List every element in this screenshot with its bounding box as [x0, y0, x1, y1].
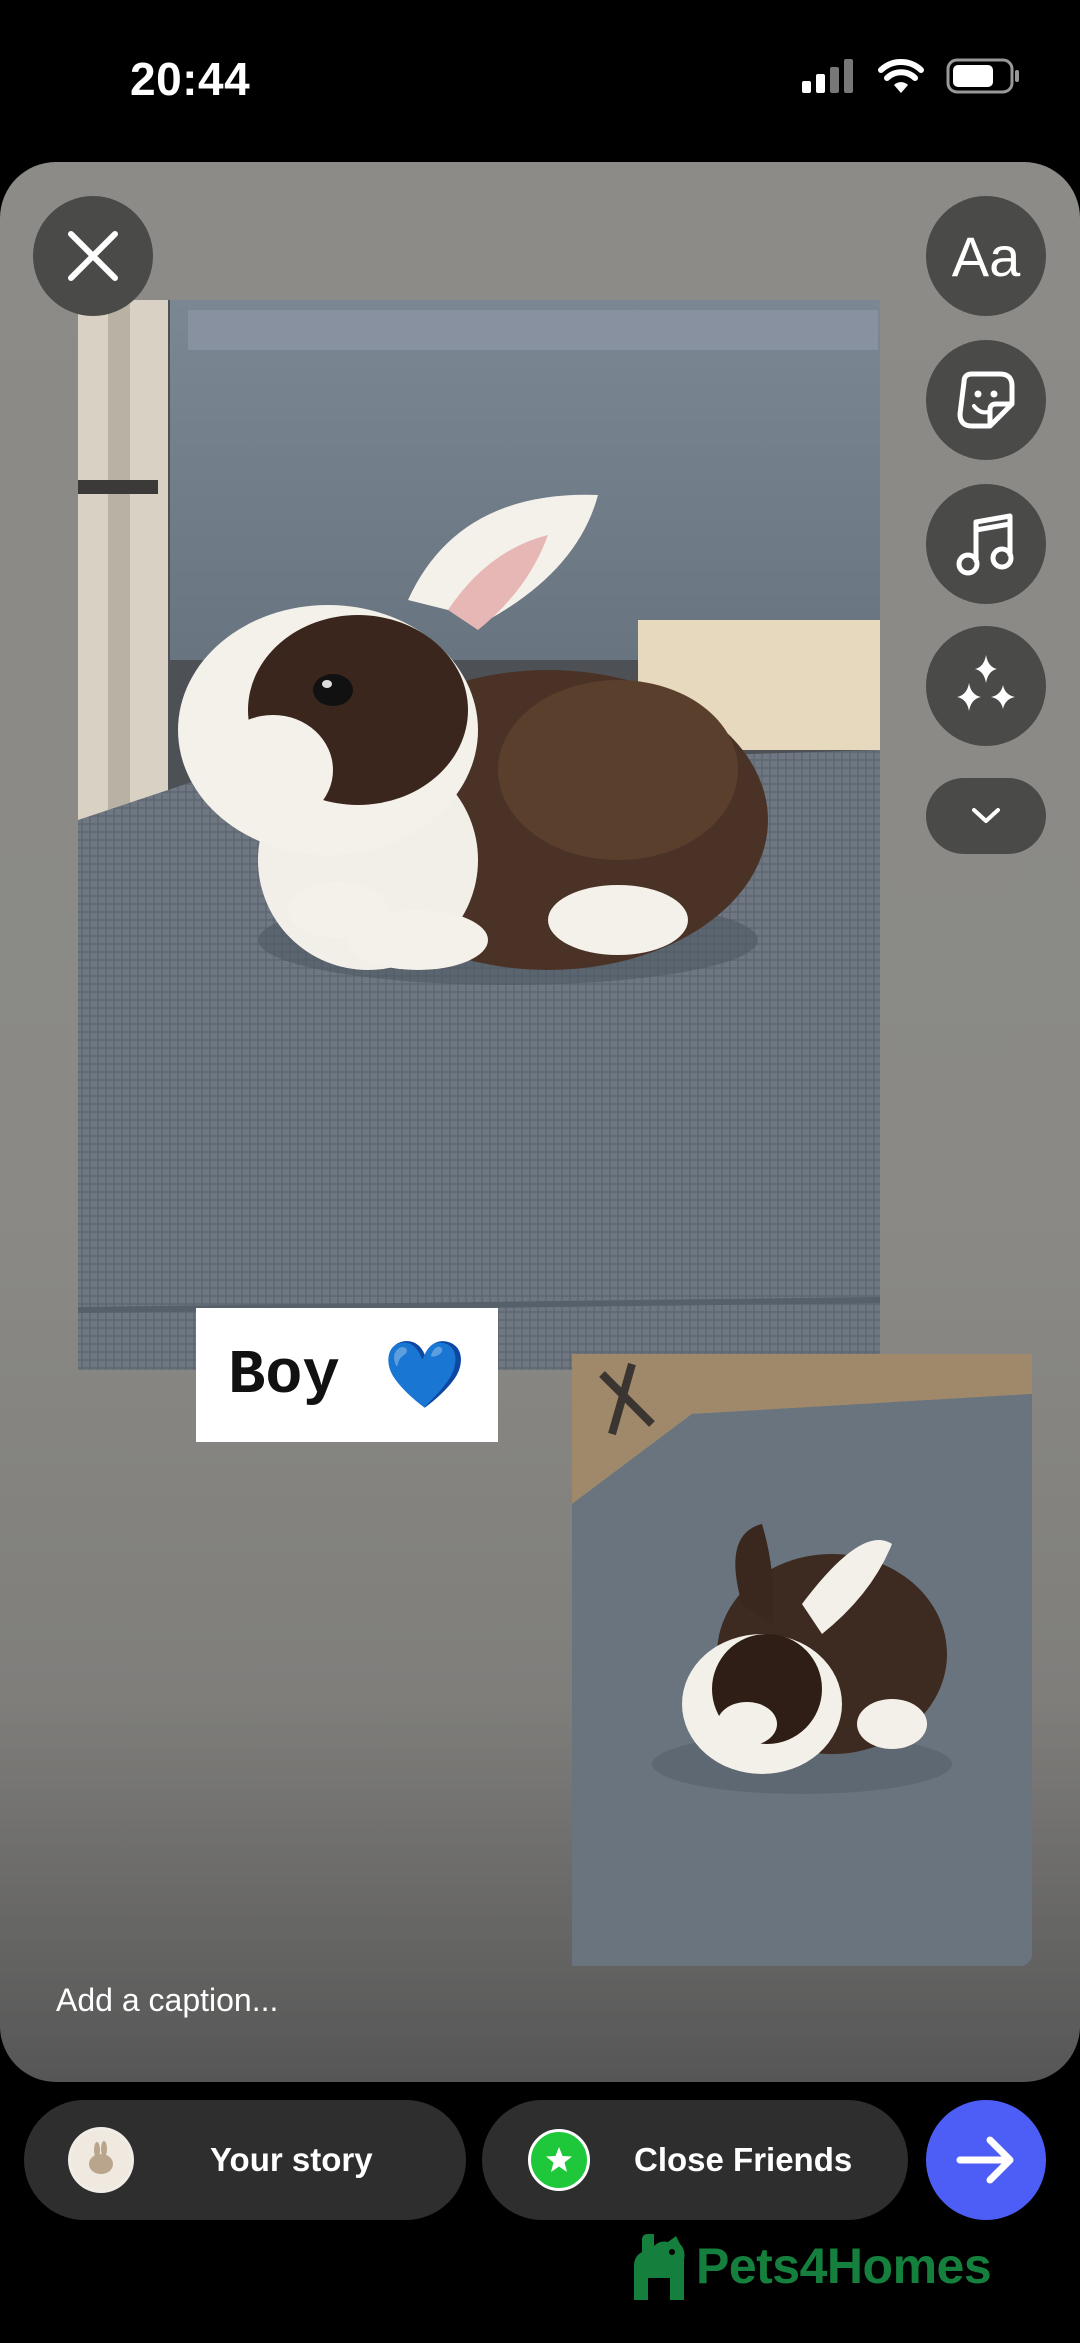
- caption-input[interactable]: Add a caption...: [56, 1982, 278, 2019]
- arrow-right-icon: [956, 2136, 1014, 2184]
- text-sticker[interactable]: Boy 💙: [196, 1308, 498, 1442]
- text-tool-button[interactable]: Aa: [926, 196, 1046, 316]
- status-icons: [802, 58, 1020, 94]
- effects-tool-button[interactable]: [926, 626, 1046, 746]
- close-friends-star-icon: [528, 2129, 590, 2191]
- your-story-button[interactable]: Your story: [24, 2100, 466, 2220]
- wifi-icon: [878, 59, 924, 93]
- sticker-tool-button[interactable]: [926, 340, 1046, 460]
- rabbit-photo-secondary[interactable]: [572, 1354, 1032, 1966]
- close-icon: [68, 231, 118, 281]
- more-tools-button[interactable]: [926, 778, 1046, 854]
- text-sticker-label: Boy: [228, 1339, 340, 1411]
- close-button[interactable]: [33, 196, 153, 316]
- chevron-down-icon: [972, 808, 1000, 823]
- avatar: [68, 2127, 134, 2193]
- sparkles-icon: [957, 655, 1015, 711]
- close-friends-label: Close Friends: [634, 2141, 853, 2178]
- your-story-label: Your story: [210, 2141, 373, 2178]
- story-editor-canvas[interactable]: Boy 💙 Aa Add a caption...: [0, 162, 1080, 2082]
- sticker-icon: [957, 371, 1015, 429]
- watermark: Pets4Homes: [626, 2230, 992, 2302]
- send-button[interactable]: [926, 2100, 1046, 2220]
- music-tool-button[interactable]: [926, 484, 1046, 604]
- blue-heart-emoji: 💙: [383, 1336, 466, 1413]
- rabbit-photo-main[interactable]: [78, 300, 880, 1370]
- pets4homes-logo-icon: [634, 2234, 685, 2300]
- watermark-text: Pets4Homes: [696, 2238, 992, 2294]
- cellular-signal-icon: [802, 59, 853, 93]
- status-time: 20:44: [130, 53, 251, 105]
- music-note-icon: [956, 513, 1014, 576]
- text-tool-label: Aa: [951, 224, 1021, 288]
- battery-icon: [946, 58, 1019, 94]
- close-friends-button[interactable]: Close Friends: [482, 2100, 908, 2220]
